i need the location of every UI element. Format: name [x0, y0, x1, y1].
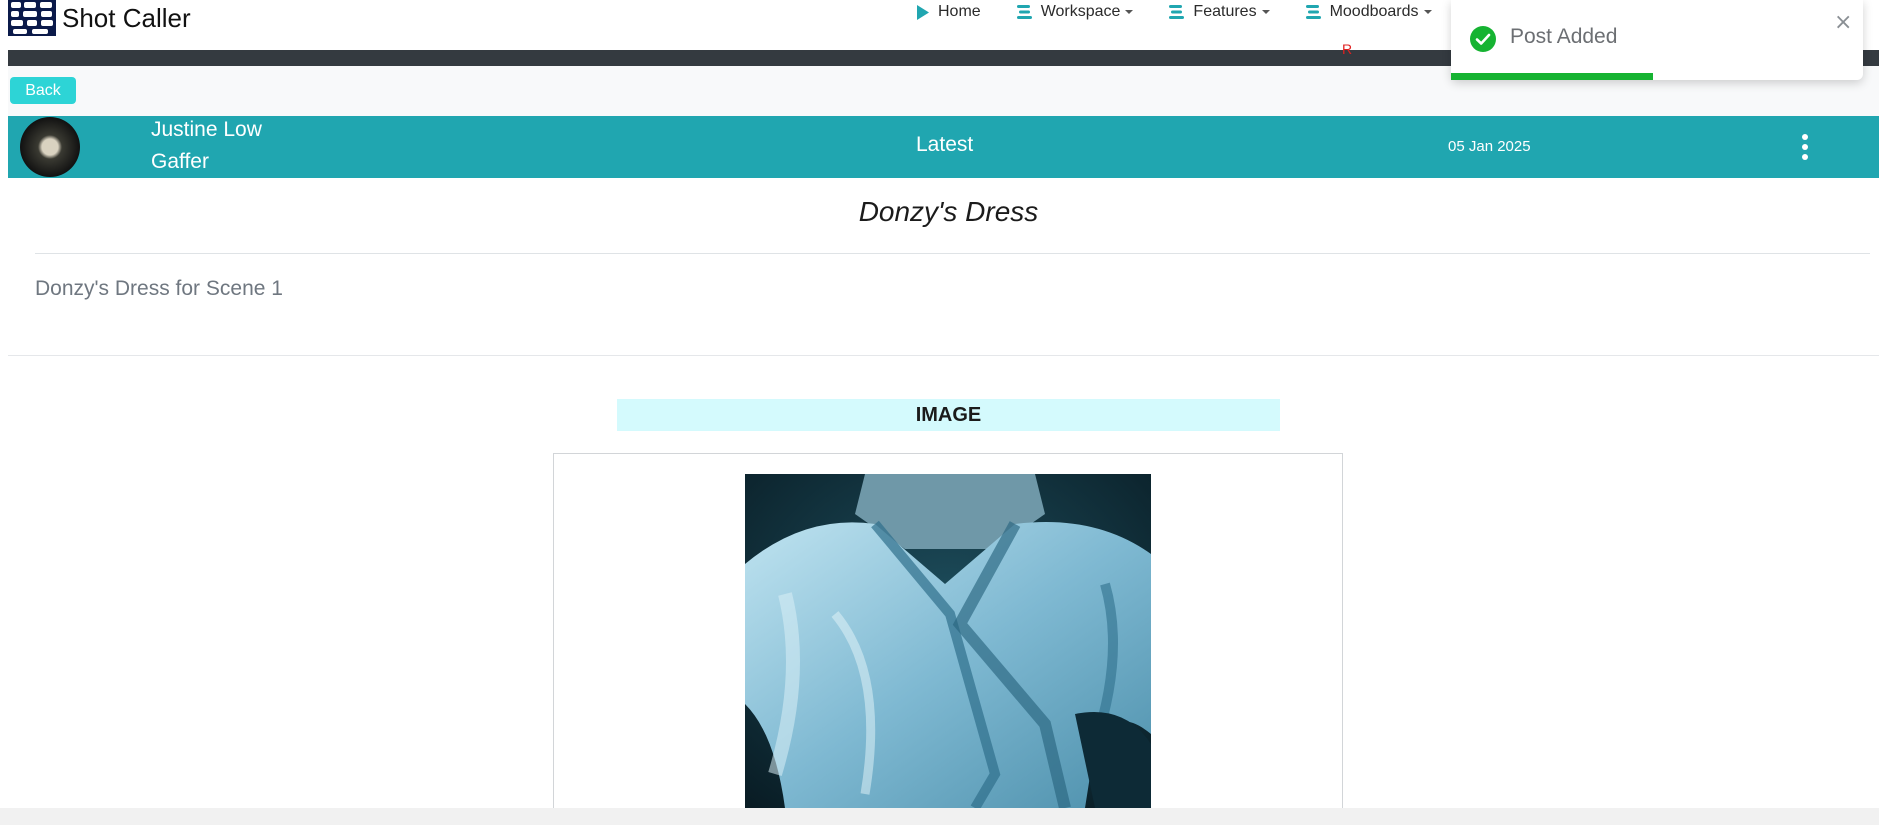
play-icon	[916, 4, 929, 20]
nav-item-moodboards-label: Moodboards	[1329, 3, 1419, 20]
brand[interactable]: Shot Caller	[8, 0, 191, 36]
close-icon[interactable]: ×	[1834, 10, 1852, 35]
nav-item-workspace[interactable]: Workspace	[1016, 3, 1134, 21]
menu-lines-icon	[1305, 5, 1321, 19]
post-title: Donzy's Dress	[858, 196, 1039, 227]
nav-item-home[interactable]: Home	[916, 3, 981, 21]
back-button[interactable]: Back	[10, 77, 76, 104]
author-role: Gaffer	[151, 150, 209, 173]
stray-mark: R	[1342, 41, 1353, 57]
chevron-down-icon	[1423, 10, 1432, 14]
nav-item-features-label: Features	[1193, 3, 1257, 20]
post-status: Latest	[916, 133, 974, 156]
nav-item-moodboards[interactable]: Moodboards	[1305, 3, 1432, 21]
author-name: Justine Low	[151, 118, 262, 141]
more-options-icon[interactable]	[1798, 134, 1812, 160]
divider	[35, 253, 1870, 254]
nav-item-features[interactable]: Features	[1169, 3, 1270, 21]
post-header: Justine Low Gaffer Latest 05 Jan 2025	[8, 116, 1879, 178]
brand-name: Shot Caller	[62, 2, 191, 33]
nav-item-home-label: Home	[938, 3, 981, 20]
toast-progress-bar	[1451, 73, 1863, 80]
avatar[interactable]	[20, 117, 80, 177]
menu-lines-icon	[1016, 5, 1032, 19]
dress-photo-graphic	[745, 474, 1151, 808]
horizontal-scrollbar[interactable]	[0, 808, 1879, 825]
menu-lines-icon	[1169, 5, 1185, 19]
post-date: 05 Jan 2025	[1448, 138, 1531, 155]
post-description: Donzy's Dress for Scene 1	[35, 277, 283, 300]
post-image[interactable]	[745, 474, 1151, 808]
logo-icon	[8, 0, 56, 36]
chevron-down-icon	[1125, 10, 1134, 14]
main-nav: Home Workspace Features Moodboards	[916, 0, 1468, 24]
divider	[8, 355, 1879, 356]
chevron-down-icon	[1261, 10, 1270, 14]
nav-item-workspace-label: Workspace	[1040, 3, 1121, 20]
toast-progress-fill	[1451, 73, 1653, 80]
post-card: Donzy's Dress Donzy's Dress for Scene 1	[8, 178, 1879, 356]
toast-message: Post Added	[1510, 25, 1618, 48]
media-type-label: IMAGE	[617, 399, 1280, 431]
check-circle-icon	[1470, 26, 1496, 52]
toast-notification: Post Added ×	[1451, 0, 1863, 80]
